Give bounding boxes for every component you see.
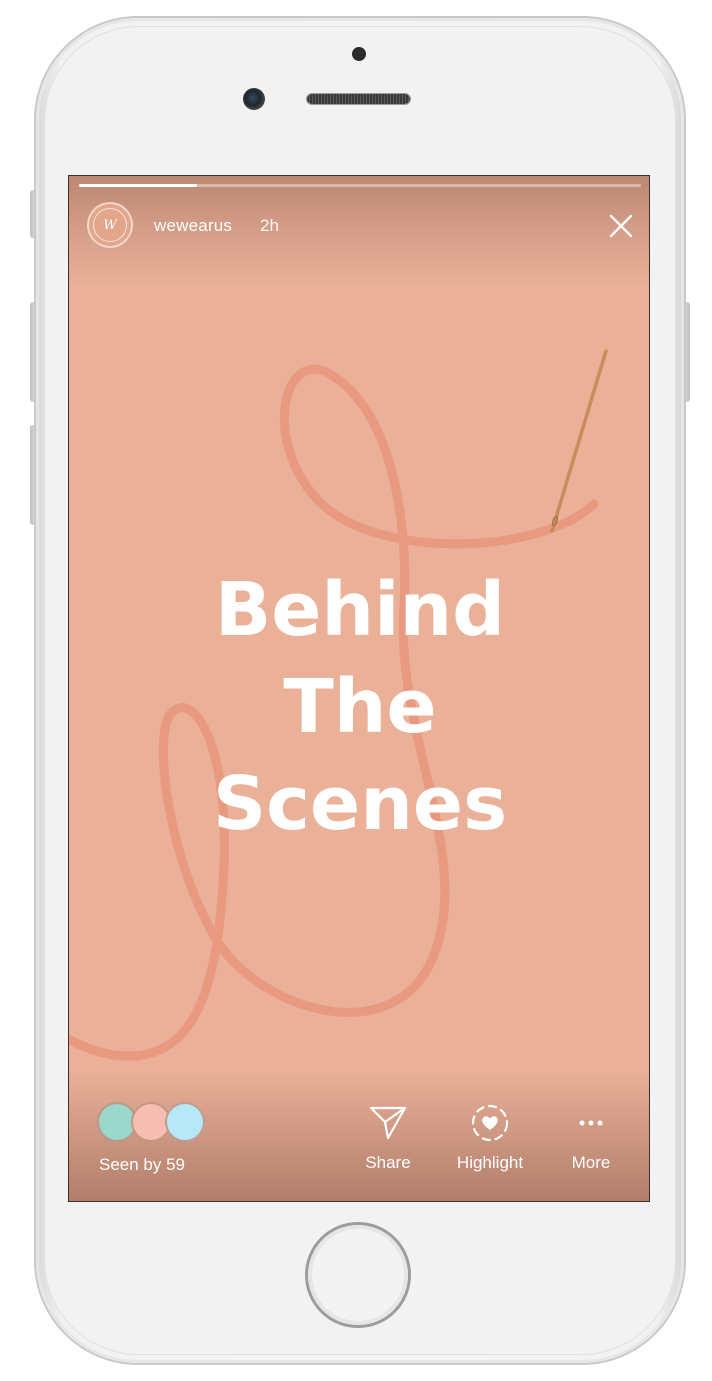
highlight-label: Highlight <box>456 1153 524 1172</box>
title-line: Behind <box>214 567 506 653</box>
earpiece-speaker <box>307 94 410 104</box>
highlight-button[interactable]: Highlight <box>445 1101 535 1173</box>
close-button[interactable] <box>607 212 635 240</box>
seen-by-count[interactable]: Seen by 59 <box>99 1155 185 1175</box>
username[interactable]: wewearus <box>154 216 232 236</box>
more-label: More <box>571 1153 611 1172</box>
more-button[interactable]: More <box>546 1101 636 1173</box>
story-progress-fill <box>79 184 198 187</box>
paper-plane-icon <box>369 1106 407 1140</box>
avatar[interactable]: W <box>87 202 133 248</box>
story-title: Behind The Scenes <box>69 562 649 853</box>
story-progress-bar <box>79 184 641 187</box>
title-line: Scenes <box>212 761 508 847</box>
title-line: The <box>283 664 437 750</box>
viewers-button[interactable] <box>97 1102 217 1146</box>
share-button[interactable]: Share <box>343 1101 433 1173</box>
viewer-avatar <box>165 1102 205 1142</box>
home-button[interactable] <box>308 1225 408 1325</box>
proximity-sensor <box>352 47 366 61</box>
close-icon <box>609 214 633 238</box>
heart-circle-icon <box>471 1104 509 1142</box>
story-screen[interactable]: W wewearus 2h Behind The Scenes Seen by … <box>68 175 650 1202</box>
avatar-logo: W <box>93 208 127 242</box>
front-camera <box>243 88 265 110</box>
ellipsis-icon <box>579 1120 603 1126</box>
post-time: 2h <box>260 216 279 235</box>
share-label: Share <box>365 1153 411 1172</box>
power-button <box>683 302 690 402</box>
